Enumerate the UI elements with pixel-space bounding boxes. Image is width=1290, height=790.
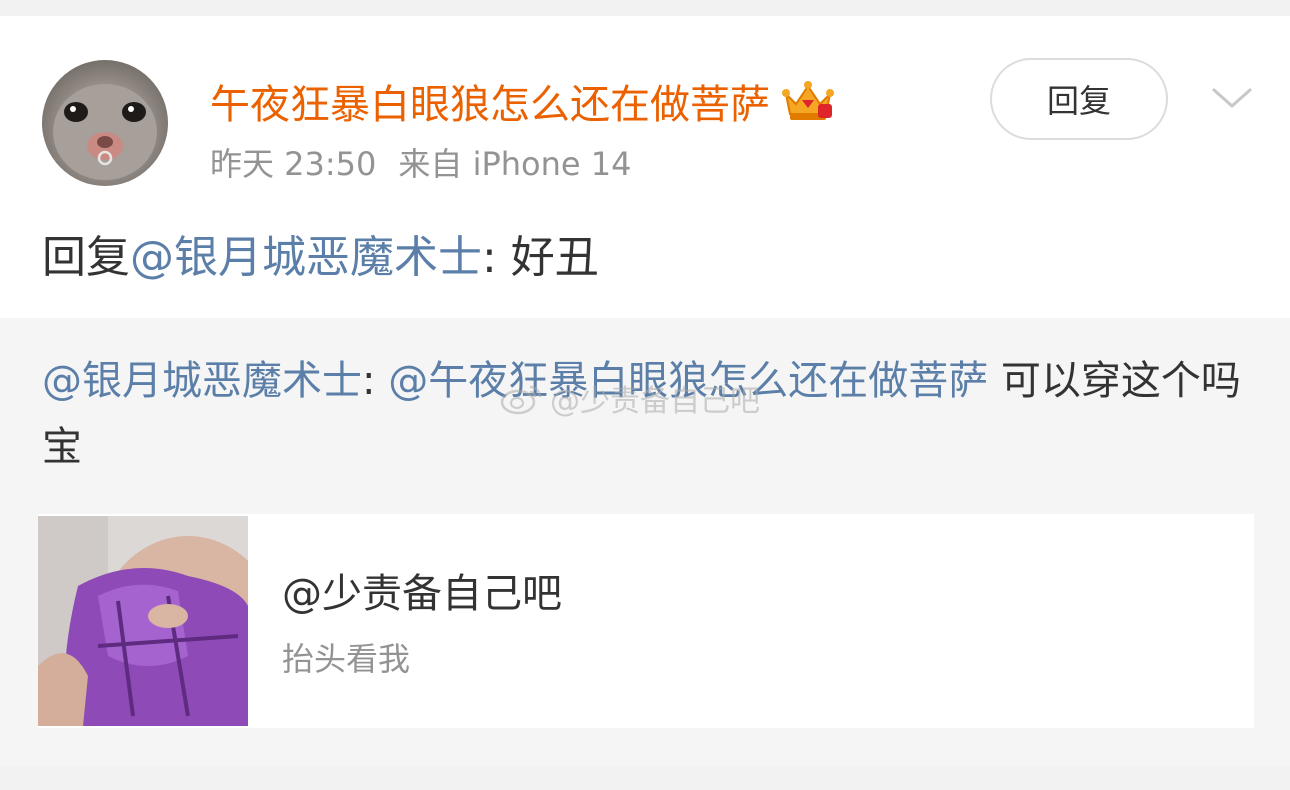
quoted-mention-author[interactable]: @银月城恶魔术士 bbox=[42, 358, 362, 404]
reply-content: 回复 @银月城恶魔术士 : 好丑 bbox=[42, 222, 599, 284]
reply-prefix: 回复 bbox=[42, 232, 130, 283]
username[interactable]: 午夜狂暴白眼狼怎么还在做菩萨 bbox=[210, 74, 836, 128]
post-meta: 昨天 23:50 来自 iPhone 14 bbox=[210, 140, 632, 184]
post-source: 来自 iPhone 14 bbox=[398, 145, 632, 183]
reply-mention-link[interactable]: @银月城恶魔术士 bbox=[130, 221, 482, 285]
reply-body: : 好丑 bbox=[482, 232, 599, 283]
username-text: 午夜狂暴白眼狼怎么还在做菩萨 bbox=[210, 82, 770, 128]
reply-button[interactable]: 回复 bbox=[990, 58, 1168, 140]
card-subtitle: 抬头看我 bbox=[282, 640, 411, 678]
link-card[interactable]: @少责备自己吧 抬头看我 bbox=[38, 514, 1254, 728]
watermark: @少责备自己吧 bbox=[500, 378, 760, 419]
chevron-down-icon[interactable] bbox=[1210, 84, 1254, 112]
card-title: @少责备自己吧 bbox=[282, 571, 562, 617]
weibo-logo-icon bbox=[500, 385, 542, 415]
avatar-cat-image bbox=[53, 84, 157, 180]
card-thumbnail bbox=[38, 516, 248, 726]
watermark-text: @少责备自己吧 bbox=[550, 384, 760, 419]
post-time: 昨天 23:50 bbox=[210, 145, 377, 183]
avatar[interactable] bbox=[42, 60, 168, 186]
crown-vip-icon bbox=[782, 81, 834, 120]
bottom-spacer bbox=[0, 766, 1290, 790]
top-spacer bbox=[0, 0, 1290, 16]
quoted-separator: : bbox=[362, 358, 389, 404]
quoted-original-post[interactable]: @银月城恶魔术士: @午夜狂暴白眼狼怎么还在做菩萨 可以穿这个吗宝 @少责备自己… bbox=[0, 318, 1290, 766]
reply-comment: 午夜狂暴白眼狼怎么还在做菩萨 昨天 23:50 来自 iPhone 14 回复 … bbox=[0, 16, 1290, 318]
thumbnail-image bbox=[38, 516, 248, 726]
